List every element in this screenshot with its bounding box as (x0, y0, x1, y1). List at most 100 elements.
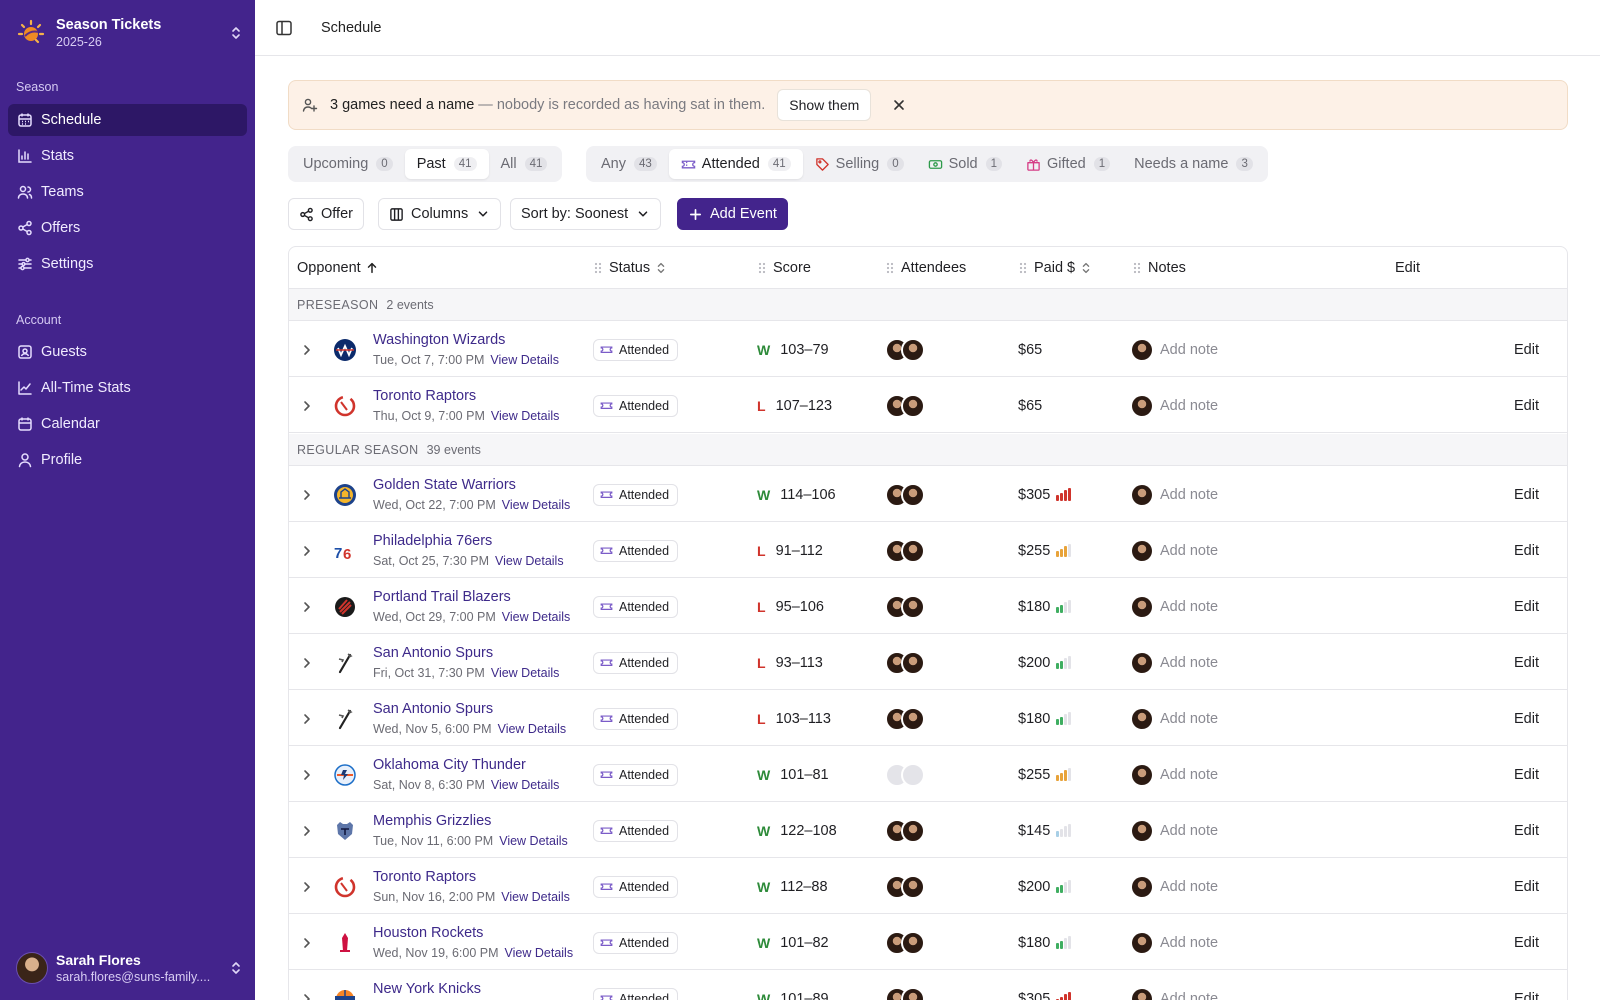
sidebar-item-guests[interactable]: Guests (8, 336, 247, 368)
notes-cell[interactable]: Add note (1132, 691, 1218, 746)
edit-button[interactable]: Edit (1493, 915, 1539, 970)
notes-cell[interactable]: Add note (1132, 579, 1218, 634)
notes-cell[interactable]: Add note (1132, 803, 1218, 858)
attendees-cell[interactable] (885, 635, 925, 690)
filter-gifted[interactable]: Gifted 1 (1014, 149, 1122, 179)
view-details-link[interactable]: View Details (501, 890, 570, 904)
table-row[interactable]: Toronto Raptors Sun, Nov 16, 2:00 PM View… (289, 859, 1567, 914)
notes-cell[interactable]: Add note (1132, 378, 1218, 433)
view-details-link[interactable]: View Details (498, 722, 567, 736)
attendees-cell[interactable] (885, 322, 925, 377)
status-badge[interactable]: Attended (593, 763, 679, 786)
status-badge[interactable]: Attended (593, 394, 679, 417)
chevron-right-icon[interactable] (299, 467, 315, 522)
sidebar-item-settings[interactable]: Settings (8, 248, 247, 280)
view-details-link[interactable]: View Details (491, 778, 560, 792)
view-details-link[interactable]: View Details (491, 666, 560, 680)
table-row[interactable]: Houston Rockets Wed, Nov 19, 6:00 PM View… (289, 915, 1567, 970)
edit-button[interactable]: Edit (1493, 971, 1539, 1000)
sidebar-item-offers[interactable]: Offers (8, 212, 247, 244)
edit-button[interactable]: Edit (1493, 859, 1539, 914)
chevron-right-icon[interactable] (299, 635, 315, 690)
sort-dropdown[interactable]: Sort by: Soonest (510, 198, 662, 230)
filter-selling[interactable]: Selling 0 (803, 149, 916, 179)
drag-handle-icon[interactable] (757, 261, 767, 275)
filter-all[interactable]: All 41 (489, 149, 560, 179)
columns-button[interactable]: Columns (378, 198, 502, 230)
notes-cell[interactable]: Add note (1132, 635, 1218, 690)
attendees-cell[interactable] (885, 803, 925, 858)
table-row[interactable]: Oklahoma City Thunder Sat, Nov 8, 6:30 P… (289, 747, 1567, 802)
status-badge[interactable]: Attended (593, 875, 679, 898)
view-details-link[interactable]: View Details (502, 610, 571, 624)
sidebar-item-calendar[interactable]: Calendar (8, 408, 247, 440)
column-header-score[interactable]: Score (757, 247, 811, 289)
season-switcher[interactable]: Season Tickets 2025-26 (16, 14, 244, 52)
chevron-right-icon[interactable] (299, 523, 315, 578)
edit-button[interactable]: Edit (1493, 378, 1539, 433)
edit-button[interactable]: Edit (1493, 803, 1539, 858)
team-name-link[interactable]: Toronto Raptors (373, 387, 476, 405)
edit-button[interactable]: Edit (1493, 322, 1539, 377)
table-row[interactable]: Toronto Raptors Thu, Oct 9, 7:00 PM View … (289, 378, 1567, 433)
column-header-notes[interactable]: Notes (1132, 247, 1186, 289)
team-name-link[interactable]: Washington Wizards (373, 331, 505, 349)
team-name-link[interactable]: Houston Rockets (373, 924, 483, 942)
close-icon[interactable] (891, 97, 907, 113)
notes-cell[interactable]: Add note (1132, 915, 1218, 970)
user-menu[interactable]: Sarah Flores sarah.flores@suns-family...… (16, 950, 244, 986)
table-row[interactable]: Portland Trail Blazers Wed, Oct 29, 7:00… (289, 579, 1567, 634)
table-row[interactable]: Washington Wizards Tue, Oct 7, 7:00 PM Vi… (289, 322, 1567, 377)
sidebar-item-profile[interactable]: Profile (8, 444, 247, 476)
view-details-link[interactable]: View Details (499, 834, 568, 848)
attendees-cell[interactable] (885, 691, 925, 746)
edit-button[interactable]: Edit (1493, 467, 1539, 522)
view-details-link[interactable]: View Details (490, 353, 559, 367)
team-name-link[interactable]: Philadelphia 76ers (373, 532, 492, 550)
column-header-status[interactable]: Status (593, 247, 668, 289)
notes-cell[interactable]: Add note (1132, 523, 1218, 578)
team-name-link[interactable]: Toronto Raptors (373, 868, 476, 886)
chevron-right-icon[interactable] (299, 691, 315, 746)
status-badge[interactable]: Attended (593, 651, 679, 674)
table-row[interactable]: New York Knicks Thu, Nov 20, 6:00 PMView… (289, 971, 1567, 1000)
table-row[interactable]: San Antonio Spurs Fri, Oct 31, 7:30 PM Vi… (289, 635, 1567, 690)
status-badge[interactable]: Attended (593, 987, 679, 1000)
team-name-link[interactable]: New York Knicks (373, 980, 481, 998)
status-badge[interactable]: Attended (593, 539, 679, 562)
chevron-right-icon[interactable] (299, 915, 315, 970)
filter-needs-a-name[interactable]: Needs a name 3 (1122, 149, 1265, 179)
chevron-right-icon[interactable] (299, 579, 315, 634)
team-name-link[interactable]: Golden State Warriors (373, 476, 516, 494)
status-badge[interactable]: Attended (593, 819, 679, 842)
add-event-button[interactable]: Add Event (677, 198, 788, 230)
chevron-right-icon[interactable] (299, 859, 315, 914)
table-row[interactable]: Memphis Grizzlies Tue, Nov 11, 6:00 PM Vi… (289, 803, 1567, 858)
offer-button[interactable]: Offer (288, 198, 364, 230)
status-badge[interactable]: Attended (593, 338, 679, 361)
chevron-right-icon[interactable] (299, 803, 315, 858)
attendees-cell[interactable] (885, 378, 925, 433)
filter-attended[interactable]: Attended 41 (668, 149, 803, 179)
drag-handle-icon[interactable] (593, 261, 603, 275)
notes-cell[interactable]: Add note (1132, 322, 1218, 377)
attendees-cell[interactable] (885, 747, 925, 802)
notes-cell[interactable]: Add note (1132, 859, 1218, 914)
filter-sold[interactable]: Sold 1 (916, 149, 1014, 179)
edit-button[interactable]: Edit (1493, 691, 1539, 746)
column-header-paid[interactable]: Paid $ (1018, 247, 1093, 289)
drag-handle-icon[interactable] (1132, 261, 1142, 275)
table-row[interactable]: 76 Philadelphia 76ers Sat, Oct 25, 7:30 … (289, 523, 1567, 578)
column-header-opponent[interactable]: Opponent (297, 247, 379, 289)
edit-button[interactable]: Edit (1493, 747, 1539, 802)
status-badge[interactable]: Attended (593, 931, 679, 954)
edit-button[interactable]: Edit (1493, 635, 1539, 690)
view-details-link[interactable]: View Details (491, 409, 560, 423)
filter-any[interactable]: Any 43 (589, 149, 669, 179)
chevron-right-icon[interactable] (299, 378, 315, 433)
sidebar-item-stats[interactable]: Stats (8, 140, 247, 172)
chevron-right-icon[interactable] (299, 747, 315, 802)
attendees-cell[interactable] (885, 859, 925, 914)
edit-button[interactable]: Edit (1493, 579, 1539, 634)
attendees-cell[interactable] (885, 467, 925, 522)
